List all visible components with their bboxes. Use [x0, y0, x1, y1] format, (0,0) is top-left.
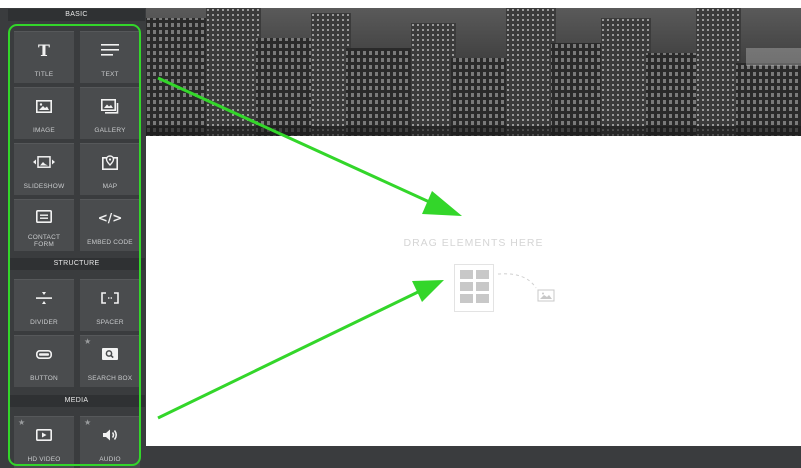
- element-label: SEARCH BOX: [87, 375, 133, 382]
- element-text[interactable]: TEXT: [80, 31, 140, 83]
- search-icon: [80, 344, 140, 364]
- page-canvas[interactable]: DRAG ELEMENTS HERE: [146, 136, 801, 446]
- hero-city-image: [146, 8, 801, 136]
- element-embed-code[interactable]: </> EMBED CODE: [80, 199, 140, 251]
- text-lines-icon: [80, 40, 140, 60]
- gallery-icon: [80, 96, 140, 116]
- element-spacer[interactable]: SPACER: [80, 279, 140, 331]
- element-map[interactable]: MAP: [80, 143, 140, 195]
- element-label: IMAGE: [33, 127, 55, 134]
- element-image[interactable]: IMAGE: [14, 87, 74, 139]
- element-search-box[interactable]: ★ SEARCH BOX: [80, 335, 140, 387]
- element-contact-form[interactable]: CONTACT FORM: [14, 199, 74, 251]
- element-label: TITLE: [34, 71, 54, 78]
- city-skyline-graphic: [146, 8, 801, 136]
- layout-grid-icon: [454, 264, 494, 312]
- element-audio[interactable]: ★ AUDIO: [80, 416, 140, 468]
- element-label: MAP: [102, 183, 118, 190]
- footer-bar: [146, 446, 801, 468]
- element-label: EMBED CODE: [87, 239, 133, 246]
- element-button[interactable]: BUTTON: [14, 335, 74, 387]
- elements-sidebar: BASIC T TITLE TEXT IMAGE GALLERY SLIDESH…: [0, 8, 146, 468]
- element-divider[interactable]: DIVIDER: [14, 279, 74, 331]
- section-header-structure: STRUCTURE: [8, 258, 145, 270]
- code-icon: </>: [97, 211, 123, 225]
- spacer-icon: [80, 288, 140, 308]
- speaker-icon: [80, 425, 140, 445]
- element-label: CONTACT FORM: [14, 234, 74, 248]
- video-icon: [14, 425, 74, 445]
- element-label: HD VIDEO: [27, 456, 61, 463]
- element-label: DIVIDER: [30, 319, 58, 326]
- drop-zone-hint: DRAG ELEMENTS HERE: [403, 237, 544, 249]
- element-label: SLIDESHOW: [23, 183, 65, 190]
- map-pin-icon: [80, 152, 140, 172]
- slideshow-icon: [14, 152, 74, 172]
- element-gallery[interactable]: GALLERY: [80, 87, 140, 139]
- top-strip: [0, 0, 801, 8]
- element-hd-video[interactable]: ★ HD VIDEO: [14, 416, 74, 468]
- element-label: SPACER: [96, 319, 124, 326]
- title-icon: T: [38, 40, 50, 60]
- element-label: GALLERY: [94, 127, 126, 134]
- element-label-line1: CONTACT: [27, 234, 61, 241]
- dashed-connector-icon: [497, 273, 555, 302]
- section-header-media: MEDIA: [8, 395, 145, 407]
- button-icon: [14, 344, 74, 364]
- divider-icon: [14, 288, 74, 308]
- element-label-line2: FORM: [34, 241, 54, 248]
- element-label: TEXT: [101, 71, 119, 78]
- image-icon: [14, 96, 74, 116]
- element-label: AUDIO: [99, 456, 121, 463]
- element-slideshow[interactable]: SLIDESHOW: [14, 143, 74, 195]
- element-title[interactable]: T TITLE: [14, 31, 74, 83]
- section-header-basic: BASIC: [8, 9, 145, 21]
- element-label: BUTTON: [30, 375, 58, 382]
- contact-form-icon: [14, 206, 74, 226]
- editor-stage: BASIC T TITLE TEXT IMAGE GALLERY SLIDESH…: [0, 0, 801, 468]
